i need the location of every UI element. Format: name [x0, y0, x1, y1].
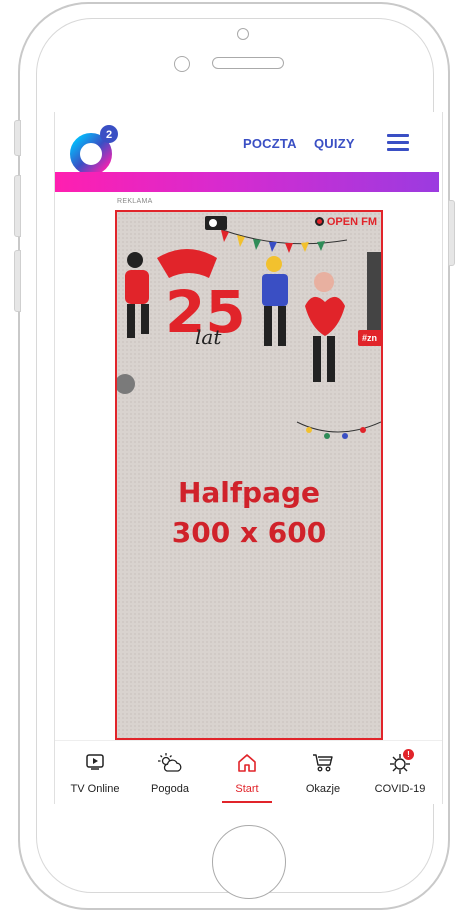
ad-brand: OPEN FM	[314, 216, 377, 228]
nav-link-poczta[interactable]: POCZTA	[243, 136, 297, 151]
volume-down-button	[14, 250, 21, 312]
earpiece-speaker	[212, 57, 284, 69]
mute-switch	[14, 120, 21, 156]
ad-illustration: 25 lat	[117, 216, 381, 439]
home-icon	[238, 754, 256, 772]
volume-up-button	[14, 175, 21, 237]
header-gradient-bar	[55, 172, 439, 192]
home-button[interactable]	[212, 825, 286, 899]
tab-tv-online[interactable]: TV Online	[60, 741, 130, 804]
screen: 2 POCZTA QUIZY REKLAMA 25 lat OPEN FM #z…	[54, 112, 443, 804]
halfpage-ad[interactable]: 25 lat OPEN FM #zn Halfpage 300 x 600	[115, 210, 383, 740]
cart-icon	[313, 754, 333, 772]
covid-alert-badge: !	[403, 749, 414, 760]
proximity-sensor	[174, 56, 190, 72]
tab-label: TV Online	[70, 783, 120, 795]
bottom-nav: TV Online Pogoda Start Okazje ! COVID-19	[55, 740, 442, 804]
ad-title-line2: 300 x 600	[171, 516, 327, 549]
ad-brand-text: OPEN FM	[326, 216, 377, 228]
hamburger-menu-icon[interactable]	[387, 134, 409, 152]
front-camera	[237, 28, 249, 40]
power-button	[448, 200, 455, 266]
ad-badge-sub: lat	[195, 325, 222, 349]
tab-label: Pogoda	[151, 783, 189, 795]
tab-label: Start	[235, 783, 259, 795]
ad-label: REKLAMA	[117, 198, 153, 205]
logo-superscript: 2	[106, 129, 112, 141]
active-tab-indicator	[222, 801, 272, 803]
weather-icon	[158, 753, 182, 772]
tv-play-icon	[86, 754, 104, 770]
tab-pogoda[interactable]: Pogoda	[135, 741, 205, 804]
tab-start[interactable]: Start	[212, 741, 282, 804]
o2-logo-icon[interactable]: 2	[69, 124, 121, 176]
tab-label: Okazje	[305, 783, 341, 795]
tab-label: COVID-19	[374, 783, 426, 795]
tab-okazje[interactable]: Okazje	[288, 741, 358, 804]
app-header: 2 POCZTA QUIZY	[55, 112, 442, 180]
nav-link-quizy[interactable]: QUIZY	[314, 136, 355, 151]
ad-title-line1: Halfpage	[177, 476, 321, 509]
tab-covid-19[interactable]: ! COVID-19	[365, 741, 435, 804]
ad-hashtag: #zn	[357, 330, 381, 346]
openfm-logo-icon	[314, 217, 324, 226]
